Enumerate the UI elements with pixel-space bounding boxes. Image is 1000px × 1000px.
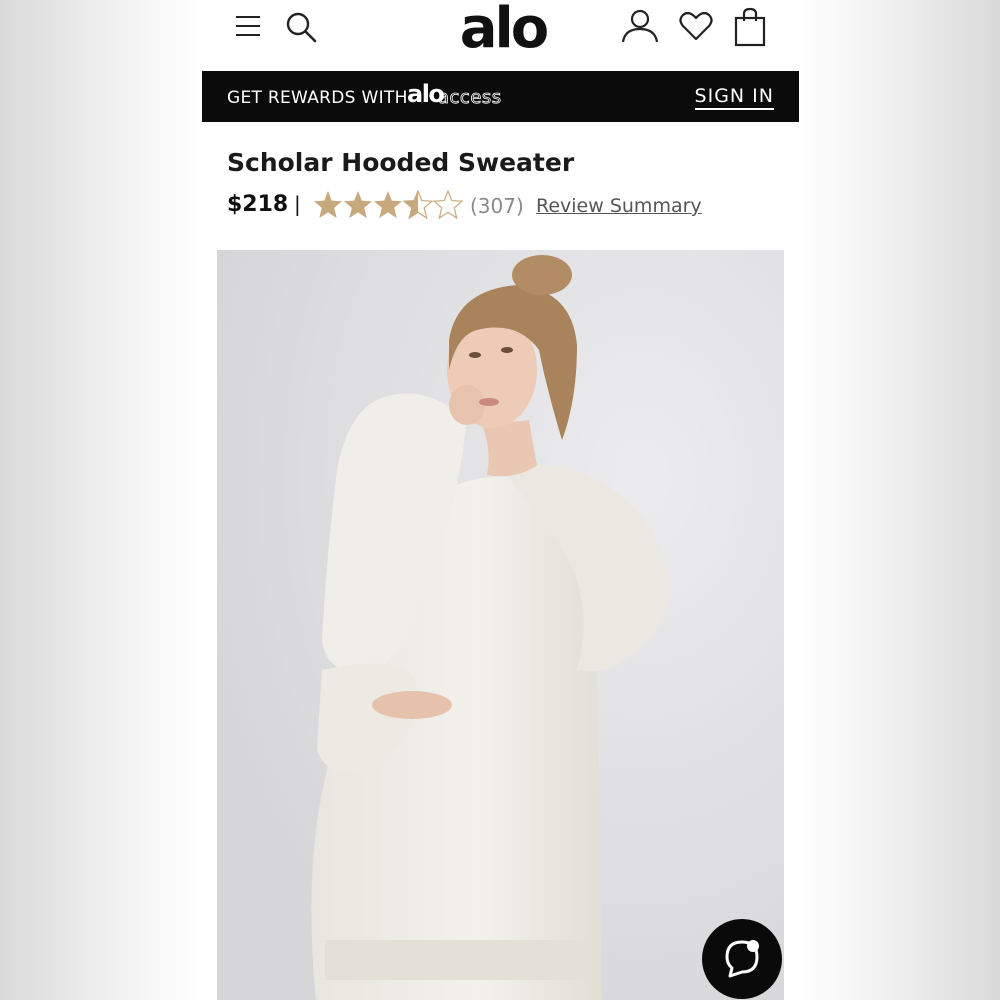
review-count: (307) [470,194,524,218]
bag-icon[interactable] [734,7,766,47]
star-rating[interactable] [313,190,463,220]
rewards-text: GET REWARDS WITH [227,88,408,108]
model-photo [217,250,784,1000]
rewards-banner: GET REWARDS WITH alo access SIGN IN [202,71,799,122]
star-full-icon [374,191,402,218]
chat-button[interactable] [702,919,782,999]
product-page: alo GET REWARDS WITH alo access SIGN IN … [202,0,799,1000]
price-rating-row: $218 | (307) Review Summary [227,190,787,222]
product-price: $218 [227,192,289,217]
menu-icon[interactable] [235,14,261,38]
price-separator: | [294,192,301,216]
brand-logo[interactable]: alo [458,0,549,64]
sign-in-link[interactable]: SIGN IN [694,85,774,110]
product-image[interactable] [217,250,784,1000]
account-icon[interactable] [621,9,659,43]
top-nav: alo [202,0,799,71]
product-title: Scholar Hooded Sweater [227,148,575,177]
star-half-icon [403,190,433,219]
alo-access-suffix: access [438,87,502,109]
star-full-icon [344,191,372,218]
heart-icon[interactable] [679,11,713,41]
star-empty-icon [433,190,463,219]
search-icon[interactable] [285,11,317,43]
star-full-icon [314,191,342,218]
chat-icon [725,940,759,978]
review-summary-link[interactable]: Review Summary [536,195,702,217]
